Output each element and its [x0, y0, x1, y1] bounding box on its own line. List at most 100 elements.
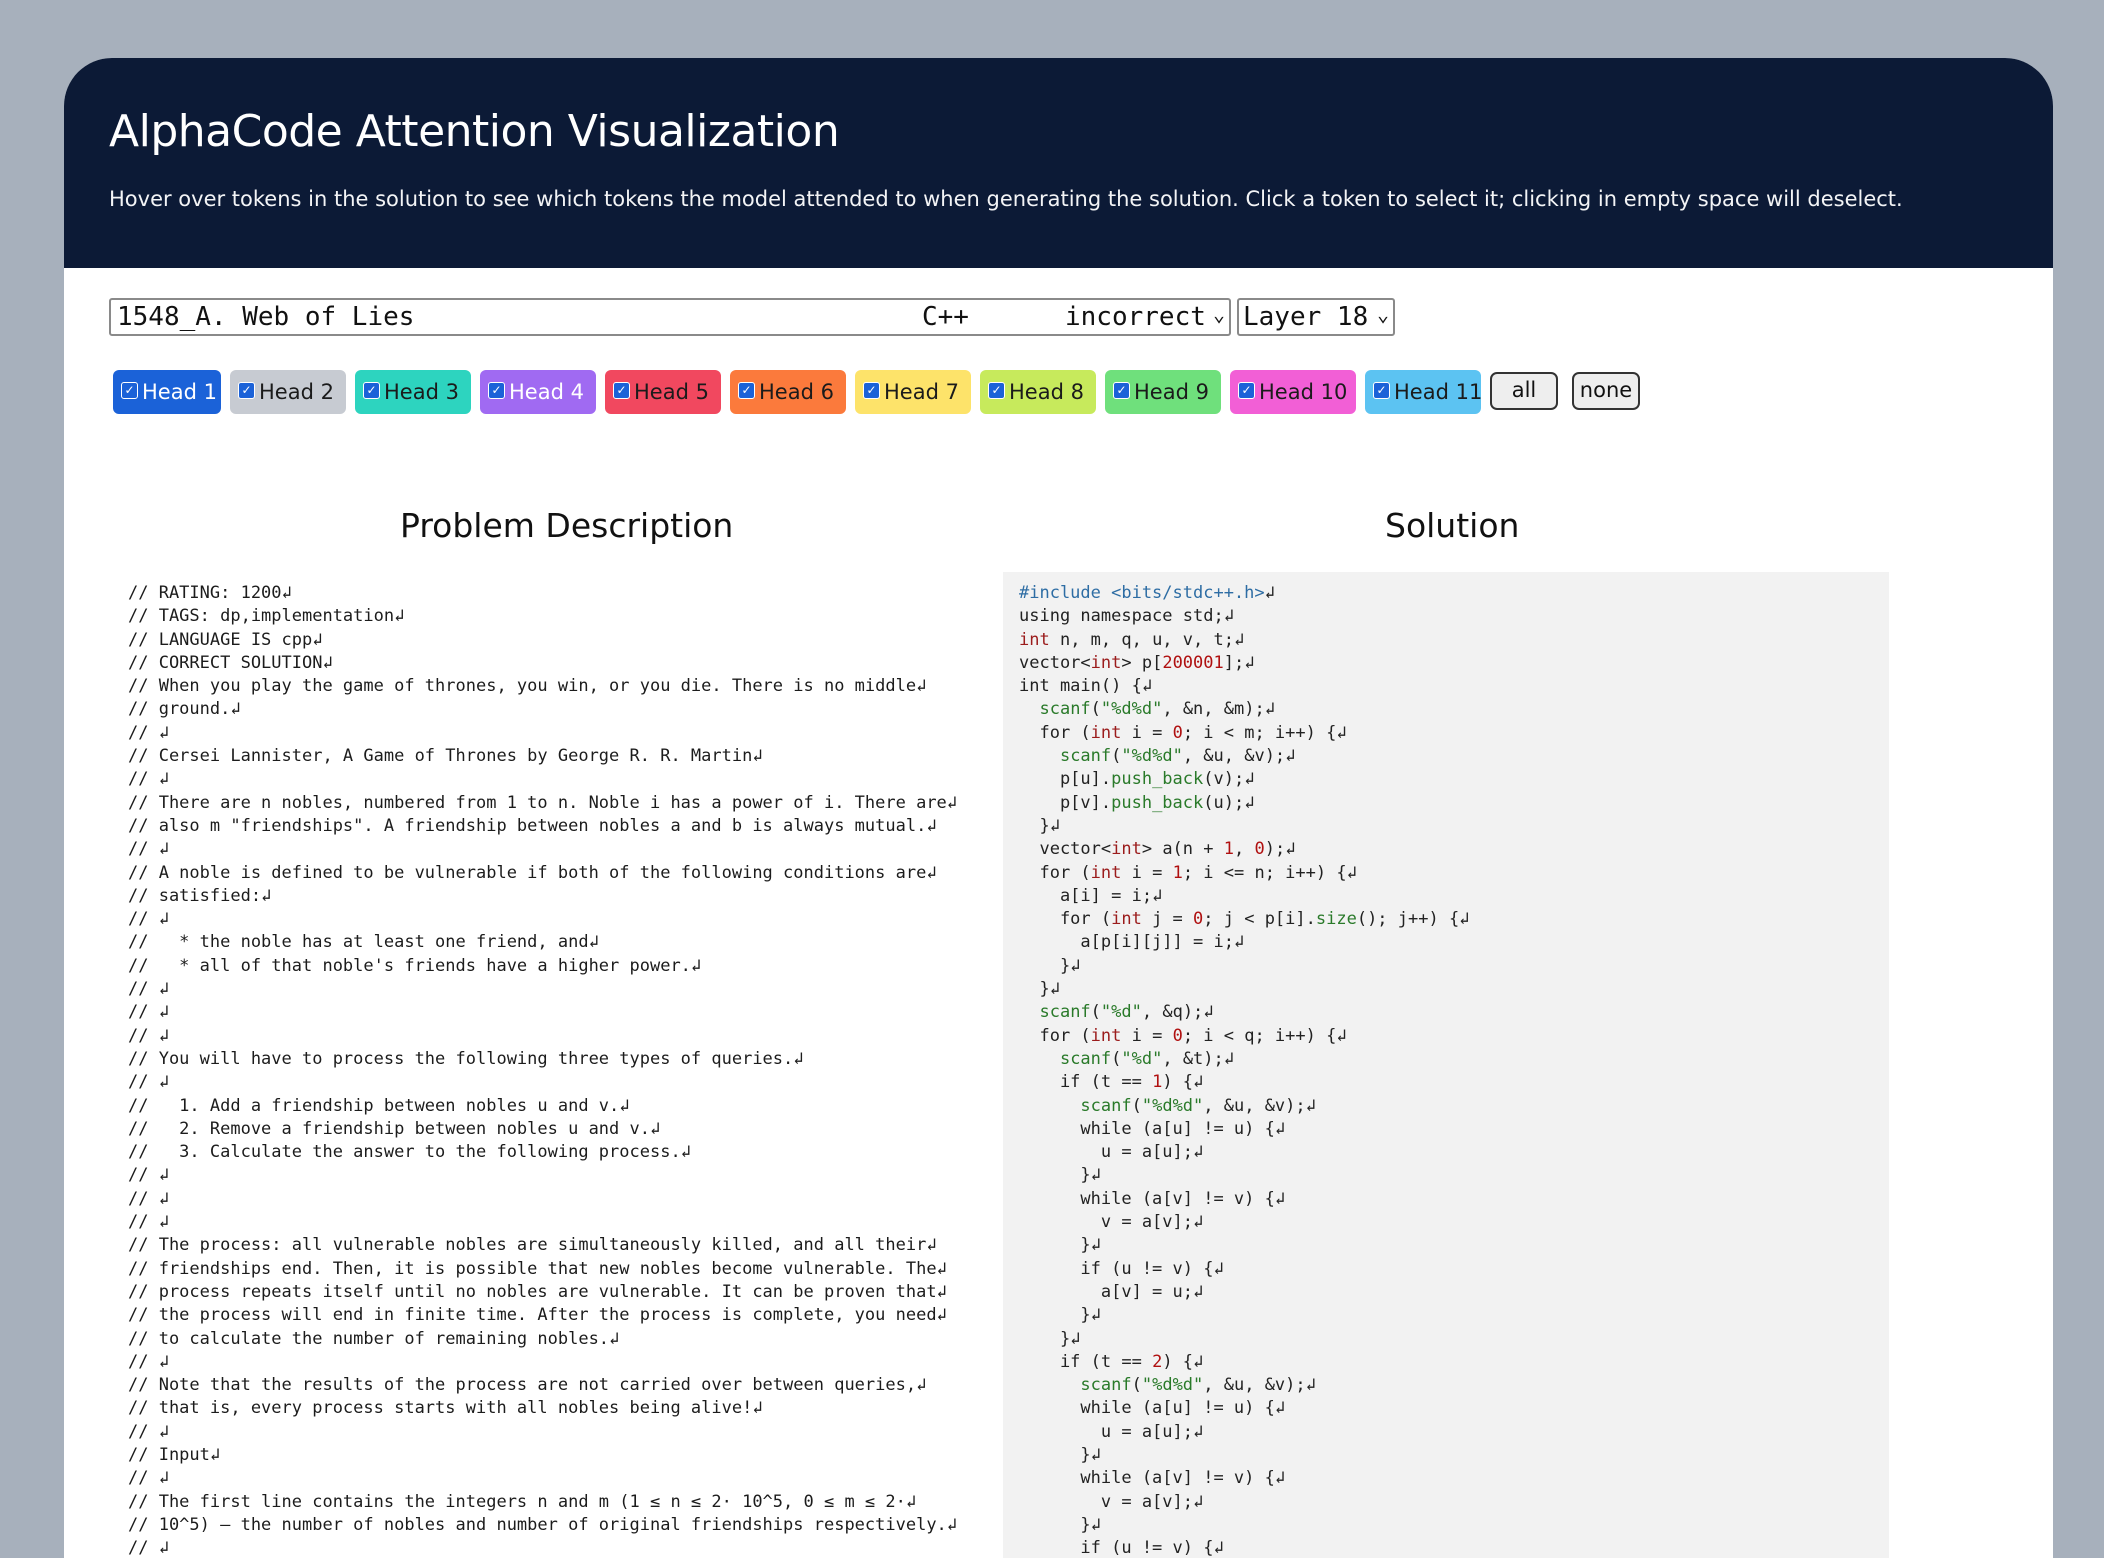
problem-line: // LANGUAGE IS cpp↲	[128, 629, 323, 650]
problem-line: // When you play the game of thrones, yo…	[128, 676, 927, 697]
solution-line[interactable]: v = a[v];↲	[1019, 1211, 1469, 1234]
solution-line[interactable]: int main() {↲	[1019, 675, 1469, 698]
solution-line[interactable]: scanf("%d", &q);↲	[1019, 1001, 1469, 1024]
solution-line[interactable]: vector<int> p[200001];↲	[1019, 652, 1469, 675]
select-none-heads-button[interactable]: none	[1572, 372, 1640, 410]
solution-line[interactable]: }↲	[1019, 1328, 1469, 1351]
solution-line[interactable]: u = a[u];↲	[1019, 1421, 1469, 1444]
checkbox-checked-icon[interactable]: ✓	[1113, 381, 1130, 399]
head-label: Head 3	[384, 380, 459, 404]
checkbox-checked-icon[interactable]: ✓	[1373, 381, 1390, 399]
solution-code: #include <bits/stdc++.h>↲ using namespace…	[1019, 582, 1469, 1558]
problem-line: // * the noble has at least one friend, …	[128, 932, 599, 953]
problem-select[interactable]: 1548_A. Web of Lies C++ incorrect ⌄	[109, 298, 1231, 336]
problem-line: // to calculate the number of remaining …	[128, 1328, 620, 1349]
solution-line[interactable]: if (t == 2) {↲	[1019, 1351, 1469, 1374]
head-toggle-5[interactable]: ✓ Head 5	[605, 370, 721, 414]
head-toggle-10[interactable]: ✓ Head 10	[1230, 370, 1356, 414]
problem-line: // ↲	[128, 769, 169, 790]
head-toggle-6[interactable]: ✓ Head 6	[730, 370, 846, 414]
solution-line[interactable]: }↲	[1019, 815, 1469, 838]
checkbox-checked-icon[interactable]: ✓	[863, 381, 880, 399]
problem-line: // ↲	[128, 1351, 169, 1372]
solution-line[interactable]: }↲	[1019, 1304, 1469, 1327]
problem-line: // ground.↲	[128, 699, 241, 720]
solution-line[interactable]: while (a[u] != u) {↲	[1019, 1397, 1469, 1420]
head-toggle-7[interactable]: ✓ Head 7	[855, 370, 971, 414]
solution-line[interactable]: for (int i = 1; i <= n; i++) {↲	[1019, 862, 1469, 885]
problem-line: // The process: all vulnerable nobles ar…	[128, 1235, 937, 1256]
problem-line: // ↲	[128, 1165, 169, 1186]
head-label: Head 5	[634, 380, 709, 404]
chevron-down-icon: ⌄	[1376, 302, 1389, 326]
solution-line[interactable]: for (int j = 0; j < p[i].size(); j++) {↲	[1019, 908, 1469, 931]
solution-line[interactable]: scanf("%d%d", &u, &v);↲	[1019, 1095, 1469, 1118]
head-toggle-4[interactable]: ✓ Head 4	[480, 370, 596, 414]
head-toggle-11[interactable]: ✓ Head 11	[1365, 370, 1482, 414]
solution-line[interactable]: }↲	[1019, 955, 1469, 978]
page-subtitle: Hover over tokens in the solution to see…	[109, 187, 1903, 211]
solution-line[interactable]: a[i] = i;↲	[1019, 885, 1469, 908]
solution-line[interactable]: }↲	[1019, 1444, 1469, 1467]
solution-line[interactable]: #include <bits/stdc++.h>↲	[1019, 582, 1469, 605]
solution-line[interactable]: while (a[v] != v) {↲	[1019, 1467, 1469, 1490]
solution-line[interactable]: a[v] = u;↲	[1019, 1281, 1469, 1304]
solution-line[interactable]: while (a[v] != v) {↲	[1019, 1188, 1469, 1211]
problem-line: // satisfied:↲	[128, 885, 272, 906]
head-label: Head 7	[884, 380, 959, 404]
head-label: Head 2	[259, 380, 334, 404]
problem-line: // ↲	[128, 1212, 169, 1233]
head-toggle-8[interactable]: ✓ Head 8	[980, 370, 1096, 414]
solution-line[interactable]: u = a[u];↲	[1019, 1141, 1469, 1164]
solution-line[interactable]: if (u != v) {↲	[1019, 1537, 1469, 1558]
solution-line[interactable]: scanf("%d%d", &n, &m);↲	[1019, 698, 1469, 721]
problem-line: // ↲	[128, 1538, 169, 1558]
problem-status: incorrect	[1065, 302, 1206, 332]
solution-line[interactable]: }↲	[1019, 1514, 1469, 1537]
checkbox-checked-icon[interactable]: ✓	[1238, 381, 1255, 399]
problem-line: // ↲	[128, 839, 169, 860]
solution-line[interactable]: if (u != v) {↲	[1019, 1258, 1469, 1281]
solution-line[interactable]: using namespace std;↲	[1019, 605, 1469, 628]
checkbox-checked-icon[interactable]: ✓	[121, 381, 138, 399]
checkbox-checked-icon[interactable]: ✓	[363, 381, 380, 399]
solution-line[interactable]: scanf("%d%d", &u, &v);↲	[1019, 1374, 1469, 1397]
head-label: Head 1	[142, 380, 217, 404]
solution-line[interactable]: for (int i = 0; i < q; i++) {↲	[1019, 1025, 1469, 1048]
solution-line[interactable]: while (a[u] != u) {↲	[1019, 1118, 1469, 1141]
solution-line[interactable]: if (t == 1) {↲	[1019, 1071, 1469, 1094]
solution-line[interactable]: scanf("%d", &t);↲	[1019, 1048, 1469, 1071]
head-toggle-3[interactable]: ✓ Head 3	[355, 370, 471, 414]
problem-line: // process repeats itself until no noble…	[128, 1281, 947, 1302]
checkbox-checked-icon[interactable]: ✓	[488, 381, 505, 399]
page-title: AlphaCode Attention Visualization	[109, 106, 840, 157]
solution-line[interactable]: }↲	[1019, 1234, 1469, 1257]
checkbox-checked-icon[interactable]: ✓	[613, 381, 630, 399]
solution-line[interactable]: }↲	[1019, 978, 1469, 1001]
solution-line[interactable]: a[p[i][j]] = i;↲	[1019, 931, 1469, 954]
problem-line: // also m "friendships". A friendship be…	[128, 815, 937, 836]
solution-line[interactable]: v = a[v];↲	[1019, 1491, 1469, 1514]
problem-line: // RATING: 1200↲	[128, 583, 292, 603]
head-toggle-1[interactable]: ✓ Head 1	[113, 370, 221, 414]
problem-line: // You will have to process the followin…	[128, 1048, 804, 1069]
problem-line: // CORRECT SOLUTION↲	[128, 652, 333, 673]
layer-select[interactable]: Layer 18 ⌄	[1237, 298, 1395, 336]
head-label: Head 6	[759, 380, 834, 404]
problem-line: // There are n nobles, numbered from 1 t…	[128, 792, 958, 813]
solution-line[interactable]: }↲	[1019, 1164, 1469, 1187]
solution-line[interactable]: vector<int> a(n + 1, 0);↲	[1019, 838, 1469, 861]
problem-column-title: Problem Description	[400, 506, 734, 545]
checkbox-checked-icon[interactable]: ✓	[238, 381, 255, 399]
solution-line[interactable]: p[u].push_back(v);↲	[1019, 768, 1469, 791]
solution-line[interactable]: p[v].push_back(u);↲	[1019, 792, 1469, 815]
head-toggle-2[interactable]: ✓ Head 2	[230, 370, 346, 414]
checkbox-checked-icon[interactable]: ✓	[988, 381, 1005, 399]
chevron-down-icon: ⌄	[1212, 302, 1225, 326]
solution-line[interactable]: int n, m, q, u, v, t;↲	[1019, 629, 1469, 652]
solution-line[interactable]: scanf("%d%d", &u, &v);↲	[1019, 745, 1469, 768]
solution-line[interactable]: for (int i = 0; i < m; i++) {↲	[1019, 722, 1469, 745]
head-toggle-9[interactable]: ✓ Head 9	[1105, 370, 1221, 414]
checkbox-checked-icon[interactable]: ✓	[738, 381, 755, 399]
select-all-heads-button[interactable]: all	[1490, 372, 1558, 410]
